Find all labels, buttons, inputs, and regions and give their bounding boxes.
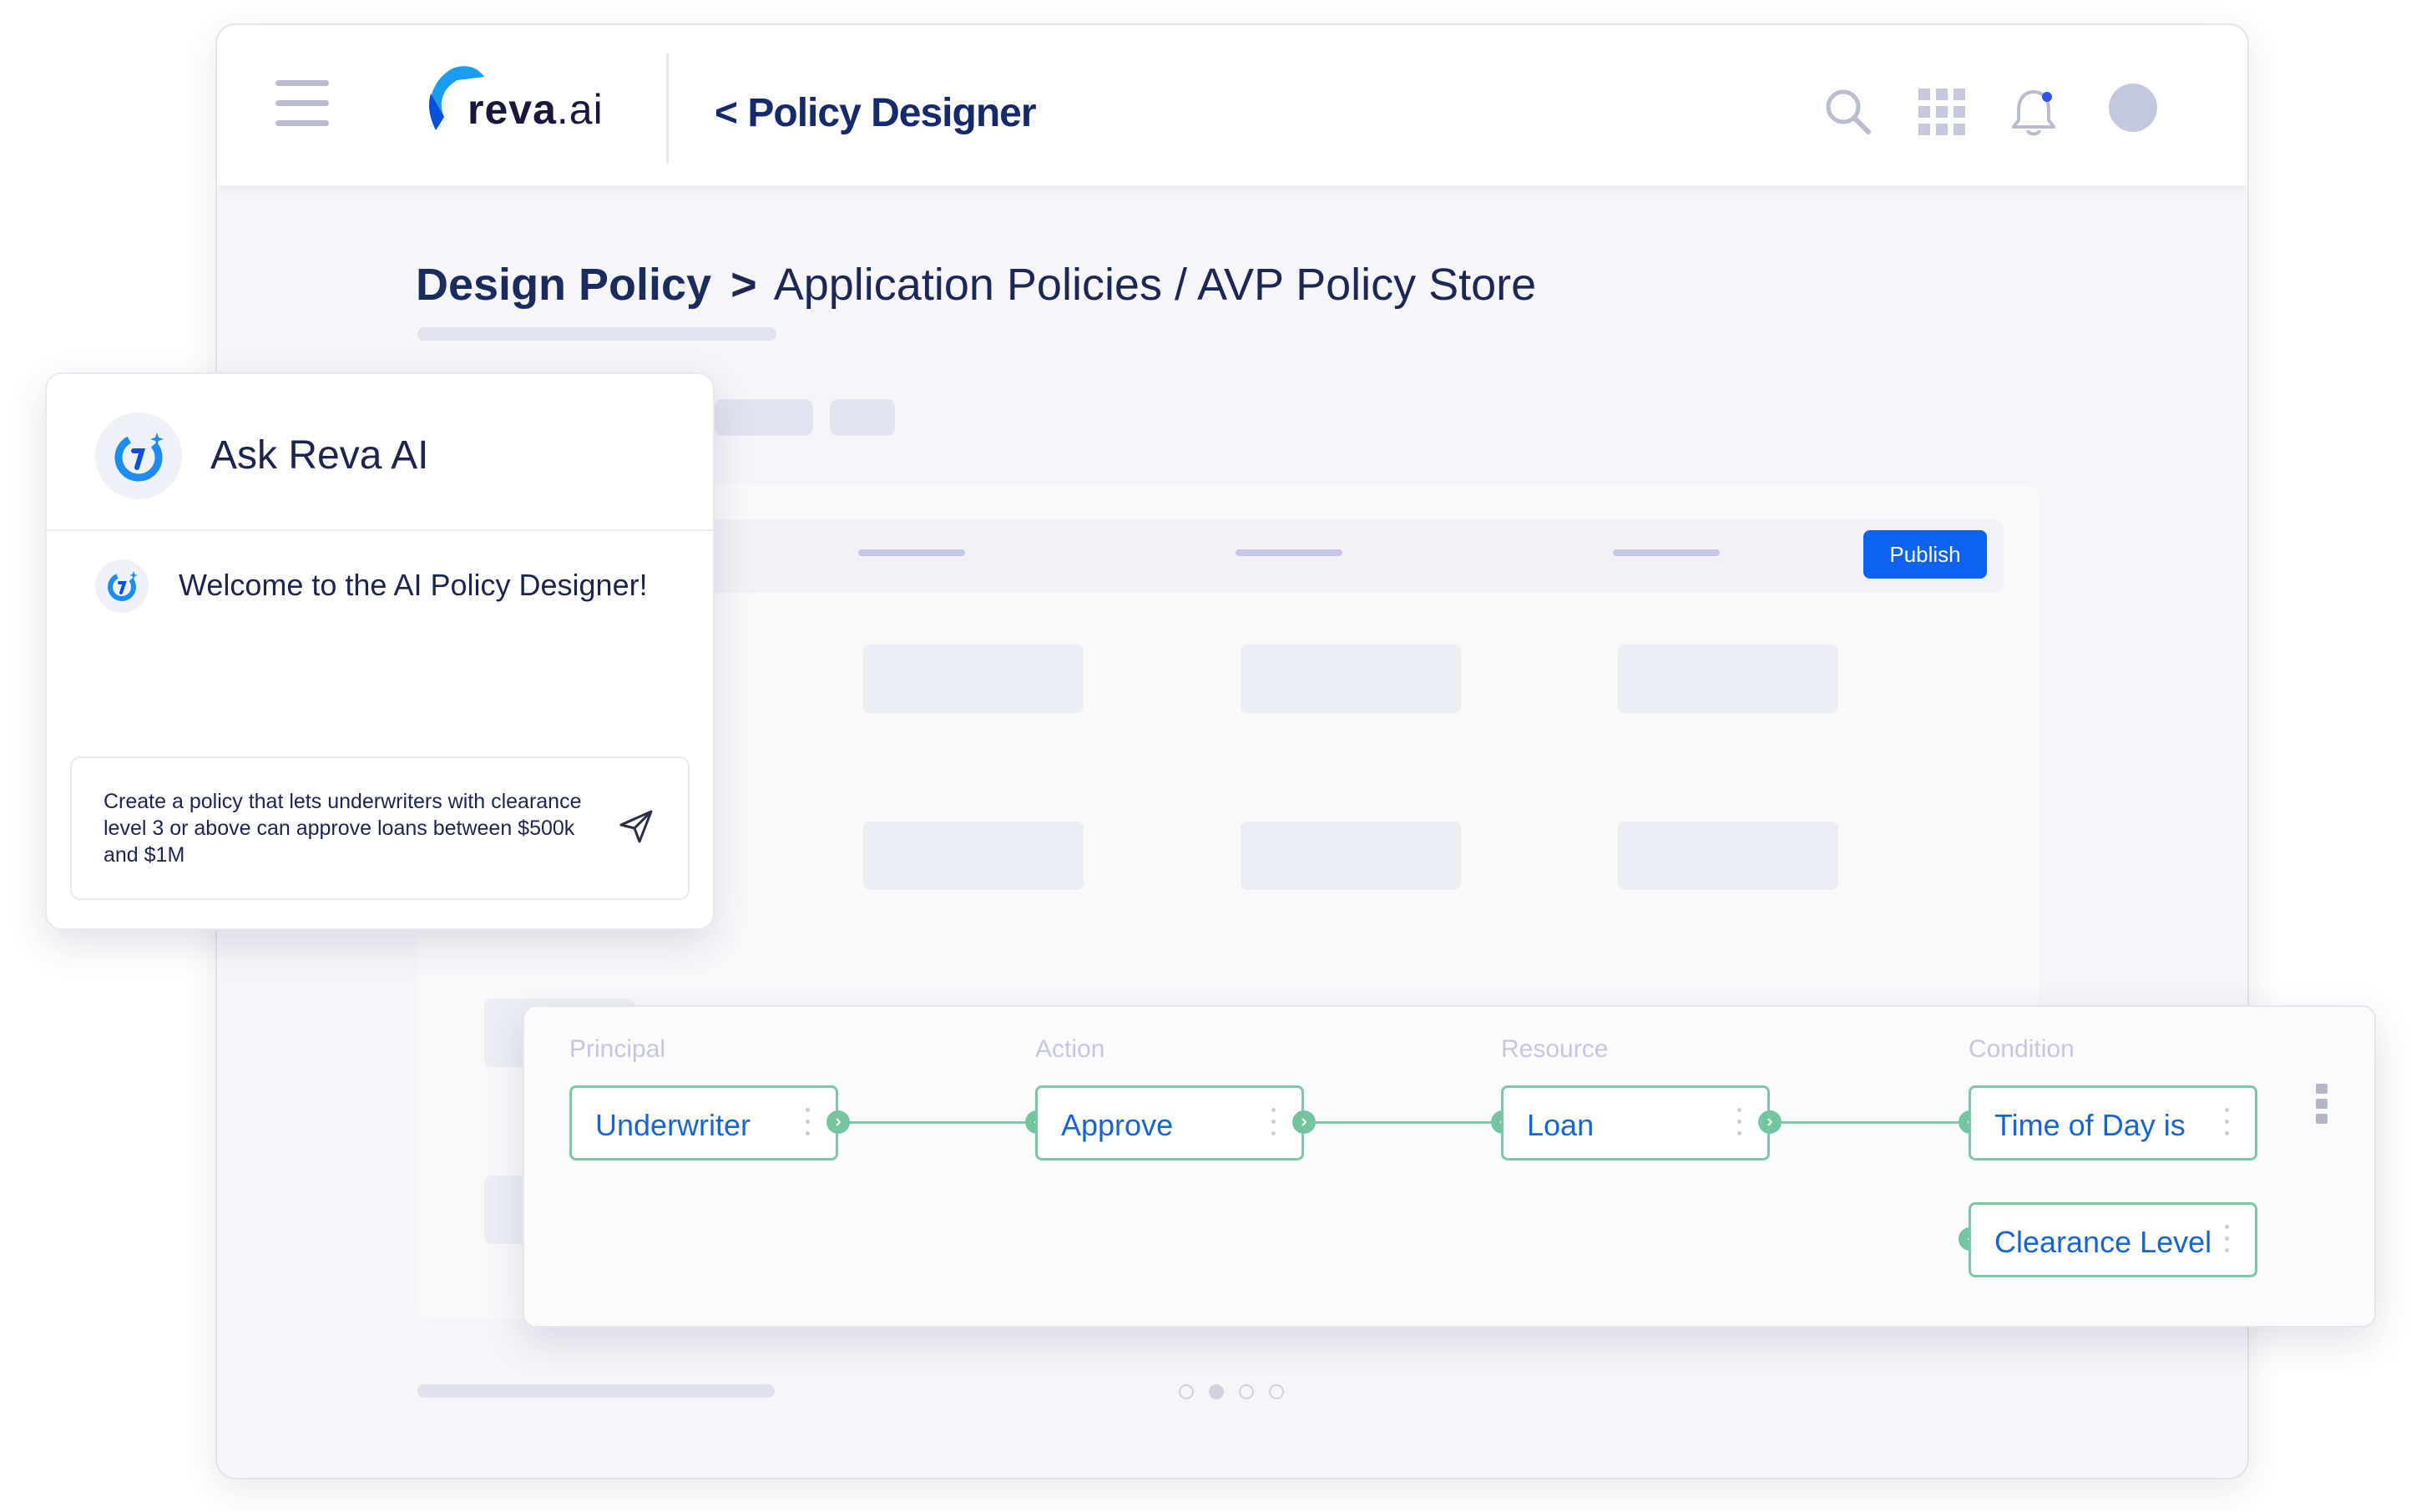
user-avatar[interactable]	[2109, 83, 2157, 132]
node-menu-icon[interactable]	[806, 1108, 811, 1138]
app-title[interactable]: < Policy Designer	[715, 90, 1037, 136]
node-approve[interactable]: Approve	[1035, 1085, 1304, 1161]
table-cell-placeholder	[863, 645, 1084, 713]
flow-connector	[837, 1121, 1037, 1124]
hamburger-menu-icon[interactable]	[275, 80, 329, 127]
table-cell-placeholder	[1618, 822, 1838, 890]
column-header-placeholder	[1236, 549, 1342, 556]
column-label-resource: Resource	[1501, 1035, 1609, 1063]
pagination-dots[interactable]	[1179, 1384, 1284, 1399]
column-label-condition: Condition	[1969, 1035, 2075, 1063]
node-label: Time of Day is	[1994, 1108, 2186, 1142]
tab-placeholder	[830, 399, 895, 436]
pager-dot[interactable]	[1269, 1384, 1284, 1399]
breadcrumb: Design Policy > Application Policies / A…	[416, 259, 1536, 311]
node-time-of-day[interactable]: Time of Day is	[1969, 1085, 2257, 1161]
header-divider	[666, 53, 669, 164]
tab-placeholder	[715, 399, 813, 436]
column-label-principal: Principal	[569, 1035, 666, 1063]
node-menu-icon[interactable]	[1737, 1108, 1742, 1138]
table-cell-placeholder	[863, 822, 1084, 890]
node-menu-icon[interactable]	[2225, 1225, 2230, 1255]
output-port-icon[interactable]	[1292, 1110, 1316, 1134]
node-label: Approve	[1061, 1108, 1174, 1142]
reva-logo[interactable]: reva.ai	[416, 58, 616, 159]
table-cell-placeholder	[1241, 822, 1461, 890]
node-loan[interactable]: Loan	[1501, 1085, 1770, 1161]
publish-button[interactable]: Publish	[1863, 530, 1987, 579]
table-cell-placeholder	[1241, 645, 1461, 713]
reva-ai-assistant-icon	[95, 412, 182, 499]
reva-ai-message-icon	[95, 559, 149, 613]
ask-reva-ai-panel: Ask Reva AI Welcome to the AI Policy Des…	[45, 372, 715, 930]
ask-prompt-input[interactable]: Create a policy that lets underwriters w…	[70, 756, 690, 900]
column-label-action: Action	[1035, 1035, 1105, 1063]
flow-options-menu-icon[interactable]	[2316, 1084, 2329, 1130]
welcome-message: Welcome to the AI Policy Designer!	[179, 568, 648, 602]
notification-bell-icon[interactable]	[2007, 85, 2060, 139]
node-label: Clearance Level	[1994, 1225, 2212, 1259]
apps-grid-icon[interactable]	[1915, 85, 1969, 139]
node-label: Loan	[1527, 1108, 1595, 1142]
table-cell-placeholder	[1618, 645, 1838, 713]
column-header-placeholder	[1613, 549, 1720, 556]
logo-text-light: .ai	[556, 86, 604, 133]
flow-connector	[1302, 1121, 1503, 1124]
node-label: Underwriter	[595, 1108, 751, 1142]
pager-dot[interactable]	[1179, 1384, 1194, 1399]
node-menu-icon[interactable]	[2225, 1108, 2230, 1138]
node-menu-icon[interactable]	[1271, 1108, 1276, 1138]
ask-panel-header: Ask Reva AI	[47, 374, 713, 531]
pager-dot-active[interactable]	[1209, 1384, 1224, 1399]
search-icon[interactable]	[1822, 85, 1875, 139]
pager-dot[interactable]	[1239, 1384, 1254, 1399]
breadcrumb-separator: >	[730, 260, 757, 310]
node-clearance-level[interactable]: Clearance Level	[1969, 1202, 2257, 1277]
send-icon[interactable]	[616, 807, 656, 847]
node-underwriter[interactable]: Underwriter	[569, 1085, 838, 1161]
column-header-placeholder	[858, 549, 965, 556]
output-port-icon[interactable]	[826, 1110, 850, 1134]
top-bar: reva.ai < Policy Designer	[217, 25, 2247, 185]
flow-connector	[1768, 1121, 1970, 1124]
policy-flow-editor: Principal Action Resource Condition Unde…	[523, 1005, 2376, 1327]
breadcrumb-underline-placeholder	[417, 327, 776, 341]
footer-placeholder	[417, 1384, 775, 1398]
breadcrumb-path: Application Policies / AVP Policy Store	[773, 260, 1537, 310]
logo-text-bold: reva	[468, 86, 557, 133]
output-port-icon[interactable]	[1758, 1110, 1782, 1134]
breadcrumb-root[interactable]: Design Policy	[416, 260, 711, 310]
ask-prompt-text[interactable]: Create a policy that lets underwriters w…	[104, 788, 596, 868]
ask-panel-title: Ask Reva AI	[210, 433, 429, 478]
